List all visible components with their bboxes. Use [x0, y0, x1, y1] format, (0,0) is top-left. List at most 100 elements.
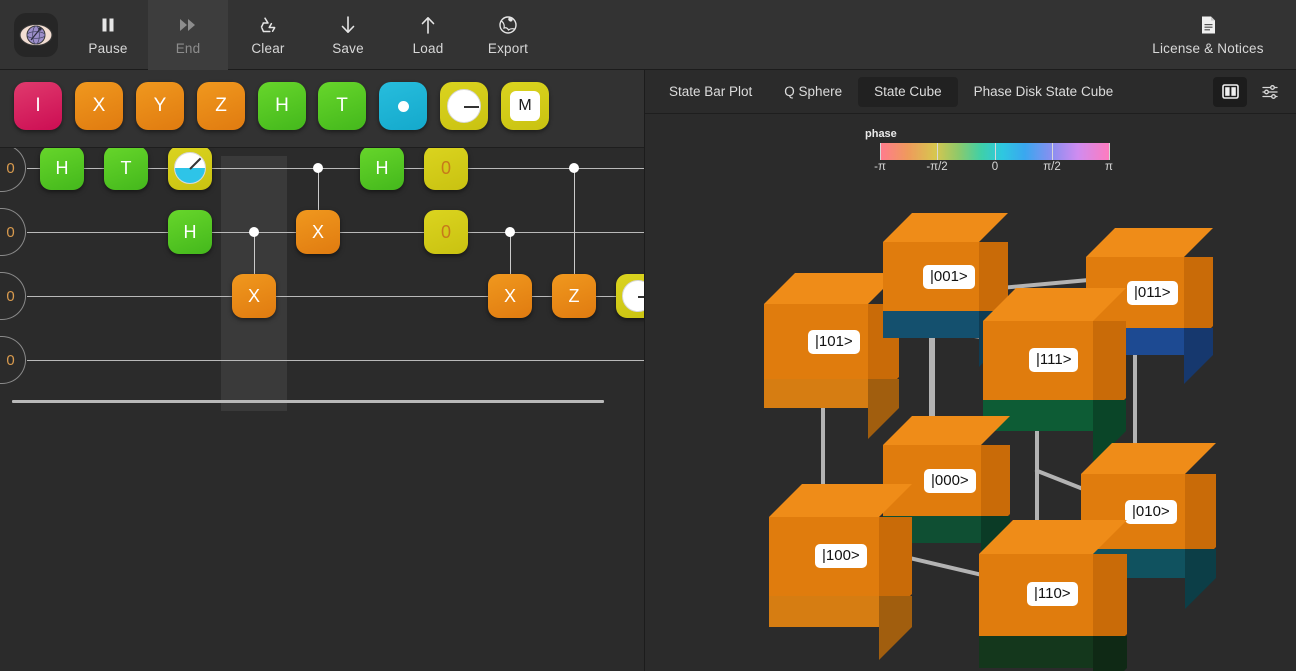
clear-label: Clear: [251, 40, 285, 56]
circuit-gate-x[interactable]: X: [232, 274, 276, 318]
gate-label: X: [503, 285, 516, 306]
gate-palette: I X Y Z H T M: [0, 70, 644, 148]
circuit-gate-h[interactable]: H: [40, 148, 84, 190]
measurement-result: 0: [440, 157, 451, 178]
cube-base-band: [883, 311, 979, 338]
palette-gate-control[interactable]: [379, 82, 427, 130]
document-icon: [1200, 14, 1217, 36]
gate-label: Y: [153, 95, 167, 116]
quantum-eye-logo-icon: [19, 23, 53, 46]
pause-label: Pause: [88, 40, 128, 56]
qubit-label-0: 0: [0, 148, 26, 192]
cube-base-band: [764, 379, 868, 408]
circuit-gate-phase[interactable]: [168, 148, 212, 190]
circuit-gate-measured-zero[interactable]: 0: [424, 210, 468, 254]
cube-top-face: [983, 288, 1126, 321]
cube-side-base-band: [879, 596, 912, 660]
globe-icon: [498, 14, 518, 36]
palette-gate-i[interactable]: I: [14, 82, 62, 130]
cube-side-base-band: [1093, 636, 1127, 671]
control-dot-icon: [397, 100, 409, 112]
visualization-pane: State Bar Plot Q Sphere State Cube Phase…: [644, 70, 1296, 671]
load-button[interactable]: Load: [388, 0, 468, 70]
state-cube-label: |001>: [923, 265, 975, 289]
control-dot[interactable]: [313, 163, 323, 173]
state-cube-label: |100>: [815, 544, 867, 568]
gate-label: X: [92, 95, 106, 116]
gate-label: X: [311, 221, 324, 242]
pause-button[interactable]: Pause: [68, 0, 148, 70]
arrow-down-icon: [339, 14, 357, 36]
gate-label: X: [247, 285, 260, 306]
gate-label: I: [35, 95, 41, 116]
palette-gate-h[interactable]: H: [258, 82, 306, 130]
gate-label: H: [183, 221, 197, 242]
gate-label: T: [120, 157, 132, 178]
classical-register-wire: [12, 400, 604, 403]
recycle-icon: [258, 14, 278, 36]
phase-dial-icon: [174, 152, 206, 184]
circuit-gate-h[interactable]: H: [168, 210, 212, 254]
cube-side-base-band: [1185, 549, 1216, 609]
measure-icon: M: [510, 91, 540, 121]
load-label: Load: [412, 40, 444, 56]
save-button[interactable]: Save: [308, 0, 388, 70]
state-cube-scene[interactable]: |101> |001> |011> |111> |000> |010> |100> |110>: [645, 70, 1296, 671]
circuit-gate-h[interactable]: H: [360, 148, 404, 190]
cube-top-face: [979, 520, 1127, 554]
gate-label: H: [375, 157, 389, 178]
palette-gate-y[interactable]: Y: [136, 82, 184, 130]
license-notices-label: License & Notices: [1152, 40, 1264, 56]
state-cube-label: |110>: [1027, 582, 1078, 606]
circuit-canvas[interactable]: 0 0 0 0 H T H 0 H X 0 X X Z: [0, 148, 644, 671]
qubit-wire-3: [27, 360, 644, 361]
pause-icon: [99, 14, 117, 36]
palette-gate-z[interactable]: Z: [197, 82, 245, 130]
phase-dial-icon: [447, 89, 481, 123]
control-dot[interactable]: [249, 227, 259, 237]
app-root: Pause End Clear Save Load Export License…: [0, 0, 1296, 671]
palette-gate-phase[interactable]: [440, 82, 488, 130]
circuit-gate-t[interactable]: T: [104, 148, 148, 190]
phase-dial-icon: [622, 280, 644, 312]
fast-forward-icon: [178, 14, 198, 36]
export-button[interactable]: Export: [468, 0, 548, 70]
gate-label: H: [55, 157, 69, 178]
state-cube-label: |000>: [924, 469, 976, 493]
circuit-gate-measured-zero[interactable]: 0: [424, 148, 468, 190]
control-dot[interactable]: [505, 227, 515, 237]
cube-top-face: [769, 484, 912, 517]
gate-label: Z: [215, 95, 227, 116]
app-logo[interactable]: [14, 12, 58, 57]
palette-gate-x[interactable]: X: [75, 82, 123, 130]
circuit-gate-phase[interactable]: [616, 274, 644, 318]
state-cube-label: |010>: [1125, 500, 1177, 524]
main-toolbar: Pause End Clear Save Load Export License…: [0, 0, 1296, 70]
gate-label: T: [336, 95, 348, 116]
qubit-label-1: 0: [0, 208, 26, 256]
measurement-result: 0: [440, 221, 451, 242]
gate-label: H: [275, 95, 289, 116]
clear-button[interactable]: Clear: [228, 0, 308, 70]
circuit-gate-x[interactable]: X: [488, 274, 532, 318]
cube-side-base-band: [1184, 328, 1213, 384]
license-notices-button[interactable]: License & Notices: [1128, 0, 1288, 70]
qubit-label-2: 0: [0, 272, 26, 320]
palette-gate-measure[interactable]: M: [501, 82, 549, 130]
cube-top-face: [1086, 228, 1213, 257]
arrow-up-icon: [419, 14, 437, 36]
circuit-gate-z[interactable]: Z: [552, 274, 596, 318]
state-cube-label: |101>: [808, 330, 860, 354]
cube-base-band: [769, 596, 879, 627]
state-cube-label: |111>: [1029, 348, 1079, 372]
cube-base-band: [979, 636, 1093, 668]
control-dot[interactable]: [569, 163, 579, 173]
cube-top-face: [764, 273, 899, 304]
circuit-gate-x[interactable]: X: [296, 210, 340, 254]
circuit-editor-pane: I X Y Z H T M 0 0 0 0 H T H 0 H X 0 X X …: [0, 70, 644, 671]
cube-top-face: [883, 213, 1008, 242]
palette-gate-t[interactable]: T: [318, 82, 366, 130]
save-label: Save: [332, 40, 364, 56]
end-button[interactable]: End: [148, 0, 228, 70]
state-cube-label: |011>: [1127, 281, 1178, 305]
